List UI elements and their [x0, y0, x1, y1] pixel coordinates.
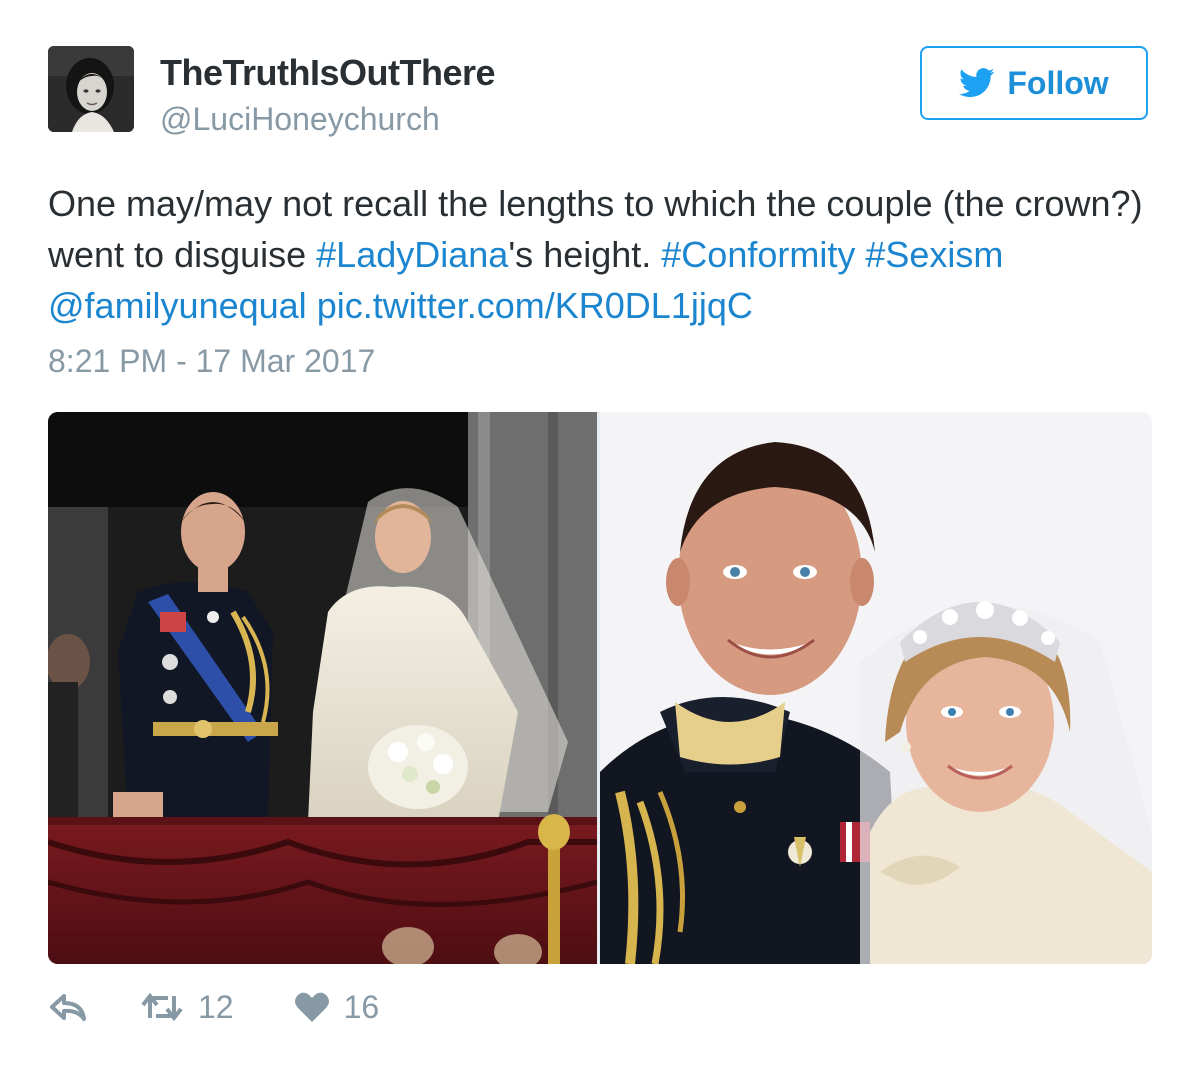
- tweet-timestamp[interactable]: 8:21 PM - 17 Mar 2017: [48, 343, 375, 380]
- retweet-button[interactable]: 12: [140, 989, 234, 1026]
- user-handle[interactable]: @LuciHoneychurch: [160, 101, 440, 138]
- media-gallery: [48, 412, 1152, 964]
- retweet-icon: [141, 992, 183, 1022]
- like-count: 16: [343, 988, 380, 1025]
- reply-icon: [50, 994, 86, 1021]
- couple-portrait-photo: [600, 412, 1152, 964]
- display-name[interactable]: TheTruthIsOutThere: [160, 52, 496, 94]
- reply-button[interactable]: [48, 992, 88, 1022]
- photo-right[interactable]: [600, 412, 1152, 964]
- wedding-balcony-photo: [48, 412, 597, 964]
- tweet-text-part: 's height.: [508, 234, 662, 275]
- tweet-actions: 12 16: [48, 984, 379, 1030]
- tweet-text: One may/may not recall the lengths to wh…: [48, 178, 1158, 331]
- hashtag-ladydiana[interactable]: #LadyDiana: [316, 234, 508, 275]
- mention-link[interactable]: @familyunequal: [48, 285, 307, 326]
- follow-button[interactable]: Follow: [920, 46, 1148, 120]
- photo-left[interactable]: [48, 412, 597, 964]
- follow-label: Follow: [1007, 64, 1109, 101]
- retweet-count: 12: [198, 988, 234, 1025]
- like-button[interactable]: 16: [294, 988, 380, 1026]
- hashtag-conformity[interactable]: #Conformity: [661, 234, 855, 275]
- hashtag-sexism[interactable]: #Sexism: [865, 234, 1003, 275]
- twitter-bird-icon: [959, 68, 995, 98]
- profile-photo: [48, 46, 134, 132]
- avatar[interactable]: [48, 46, 134, 132]
- heart-icon: [294, 992, 329, 1022]
- pic-link[interactable]: pic.twitter.com/KR0DL1jjqC: [317, 285, 753, 326]
